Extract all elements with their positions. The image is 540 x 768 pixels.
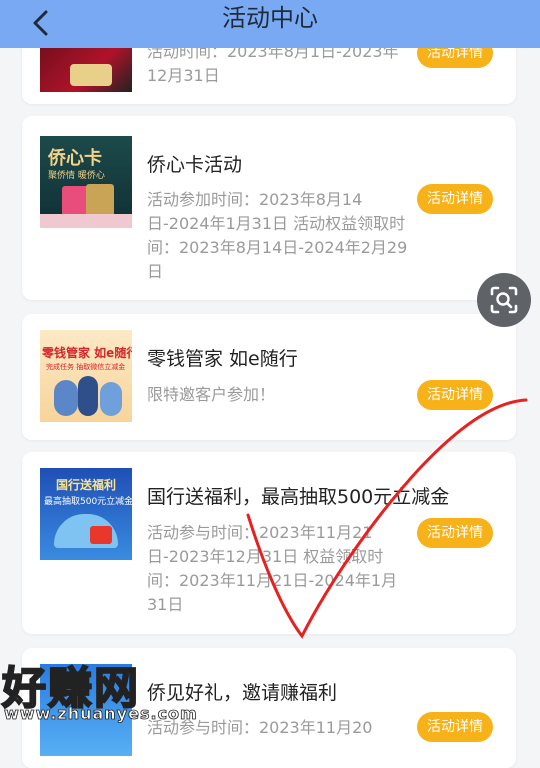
scan-icon [490, 286, 518, 314]
card-description: 活动参与时间：2023年11月21日-2023年12月31日 权益领取时间：20… [147, 523, 398, 614]
card-description: 限特邀客户参加！ [147, 385, 276, 404]
card-thumbnail: 零钱管家 如e随行 完成任务 抽取微信立减金 [40, 330, 132, 422]
activity-detail-button[interactable]: 活动详情 [417, 712, 493, 742]
card-title: 零钱管家 如e随行 [147, 348, 298, 370]
activity-card[interactable]: 侨心卡 聚侨情 暖侨心 侨心卡活动 活动参加时间：2023年8月14日-2024… [22, 116, 516, 300]
card-thumbnail: 侨心卡 聚侨情 暖侨心 [40, 136, 132, 228]
card-thumbnail: 国行送福利 最高抽取500元立减金 [40, 468, 132, 560]
watermark-url: www.zhuanyes.com [4, 704, 198, 724]
thumbnail-subtitle: 最高抽取500元立减金 [44, 497, 132, 507]
thumbnail-title: 侨心卡 [48, 148, 102, 169]
activity-card[interactable]: 零钱管家 如e随行 完成任务 抽取微信立减金 零钱管家 如e随行 限特邀客户参加… [22, 314, 516, 440]
card-description: 活动参加时间：2023年8月14日-2024年1月31日 活动权益领取时间：20… [147, 190, 408, 281]
activity-detail-button[interactable]: 活动详情 [417, 518, 493, 548]
activity-detail-button[interactable]: 活动详情 [417, 184, 493, 214]
thumbnail-title: 国行送福利 [56, 478, 117, 492]
activity-card[interactable]: 国行送福利 最高抽取500元立减金 国行送福利，最高抽取500元立减金 活动参与… [22, 452, 516, 634]
screen-scan-button[interactable] [477, 273, 531, 327]
card-title: 侨见好礼，邀请赚福利 [147, 682, 338, 704]
activity-detail-button[interactable]: 活动详情 [417, 380, 493, 410]
card-title: 国行送福利，最高抽取500元立减金 [147, 486, 450, 508]
card-title: 侨心卡活动 [147, 154, 243, 176]
thumbnail-subtitle: 聚侨情 暖侨心 [48, 171, 105, 181]
app-header: 活动中心 [0, 0, 540, 48]
page-title: 活动中心 [222, 4, 318, 32]
thumbnail-title: 零钱管家 如e随行 [42, 346, 132, 360]
thumbnail-subtitle: 完成任务 抽取微信立减金 [46, 363, 126, 371]
